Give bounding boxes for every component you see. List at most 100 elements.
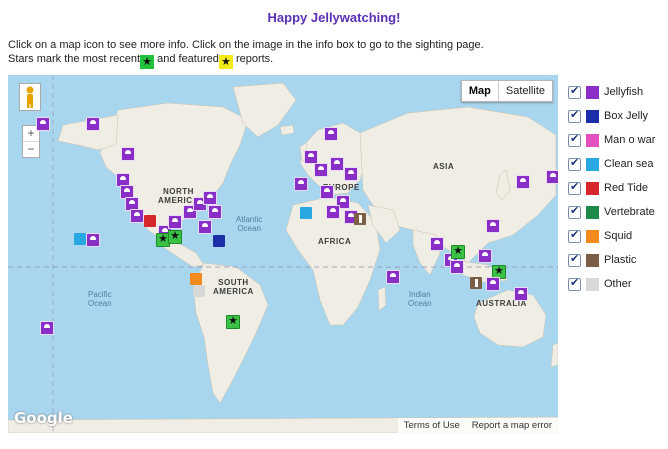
clean-sea-icon — [586, 157, 599, 171]
jellyfish-marker[interactable] — [486, 219, 500, 233]
red-tide-marker[interactable] — [144, 215, 156, 227]
vertebrate-checkbox[interactable] — [568, 204, 581, 219]
google-logo: Google — [14, 409, 73, 427]
jellyfish-marker[interactable] — [86, 117, 100, 131]
intro-line-2: Stars mark the most recent ★ and featured… — [8, 52, 484, 69]
vertebrate-icon — [586, 205, 599, 219]
jellyfish-marker[interactable] — [344, 167, 358, 181]
jellyfish-marker[interactable] — [130, 209, 144, 223]
jellyfish-marker[interactable] — [386, 270, 400, 284]
world-map[interactable]: + − Map Satellite NORTH AMERICA SOUTH AM… — [8, 75, 558, 433]
terms-of-use-link[interactable]: Terms of Use — [398, 418, 466, 433]
legend-item-box-jelly[interactable]: Box Jelly — [568, 104, 655, 128]
jellyfish-marker[interactable] — [121, 147, 135, 161]
jellyfish-marker[interactable] — [86, 233, 100, 247]
intro-line-2a: Stars mark the most recent — [8, 53, 141, 65]
man-o-war-checkbox[interactable] — [568, 132, 581, 147]
green-star-marker[interactable] — [168, 229, 182, 244]
other-icon — [586, 277, 599, 291]
legend-label: Squid — [604, 230, 633, 242]
legend-label: Vertebrate — [604, 206, 655, 218]
green-star-marker[interactable] — [226, 314, 240, 329]
jellyfish-marker[interactable] — [294, 177, 308, 191]
other-checkbox[interactable] — [568, 276, 581, 291]
legend-item-clean-sea[interactable]: Clean sea — [568, 152, 655, 176]
man-o-war-icon — [586, 133, 599, 147]
squid-icon — [586, 229, 599, 243]
label-africa: AFRICA — [318, 237, 352, 246]
jellyfish-marker[interactable] — [168, 215, 182, 229]
legend-item-squid[interactable]: Squid — [568, 224, 655, 248]
legend-label: Man o war — [604, 134, 656, 146]
jellyfish-marker[interactable] — [203, 191, 217, 205]
jellyfish-marker[interactable] — [40, 321, 54, 335]
report-map-error-link[interactable]: Report a map error — [466, 418, 558, 433]
legend-label: Clean sea — [604, 158, 654, 170]
legend-item-vertebrate[interactable]: Vertebrate — [568, 200, 655, 224]
jellyfish-marker[interactable] — [478, 249, 492, 263]
intro-line-2c: reports. — [232, 53, 274, 65]
label-indian: Indian Ocean — [408, 290, 432, 308]
label-pacific: Pacific Ocean — [88, 290, 112, 308]
label-south-america: SOUTH AMERICA — [213, 278, 254, 296]
box-jelly-checkbox[interactable] — [568, 108, 581, 123]
map-type-control: Map Satellite — [460, 80, 553, 102]
clean-sea-marker[interactable] — [74, 233, 86, 245]
legend-label: Other — [604, 278, 632, 290]
jellyfish-checkbox[interactable] — [568, 84, 581, 99]
jellyfish-marker[interactable] — [486, 277, 500, 291]
squid-checkbox[interactable] — [568, 228, 581, 243]
page-title: Happy Jellywatching! — [267, 10, 401, 25]
clean-sea-checkbox[interactable] — [568, 156, 581, 171]
intro-line-2b: and featured — [154, 53, 219, 65]
squid-marker[interactable] — [190, 273, 202, 285]
box-jelly-icon — [586, 109, 599, 123]
legend-item-red-tide[interactable]: Red Tide — [568, 176, 655, 200]
label-atlantic: Atlantic Ocean — [236, 215, 263, 233]
red-tide-checkbox[interactable] — [568, 180, 581, 195]
jellyfish-marker[interactable] — [36, 117, 50, 131]
jellyfish-marker[interactable] — [314, 163, 328, 177]
legend-item-other[interactable]: Other — [568, 272, 655, 296]
map-footer: Terms of Use Report a map error — [397, 418, 558, 433]
jellyfish-marker[interactable] — [304, 150, 318, 164]
label-asia: ASIA — [433, 162, 455, 171]
plastic-marker[interactable] — [354, 213, 366, 225]
jellyfish-marker[interactable] — [330, 157, 344, 171]
legend: Jellyfish Box Jelly Man o war Clean sea … — [568, 80, 655, 296]
jellyfish-icon — [586, 85, 599, 99]
legend-item-man-o-war[interactable]: Man o war — [568, 128, 655, 152]
plastic-marker[interactable] — [470, 277, 482, 289]
jellyfish-marker[interactable] — [546, 170, 558, 184]
jellyfish-marker[interactable] — [514, 287, 528, 301]
legend-label: Jellyfish — [604, 86, 644, 98]
jellyfish-marker[interactable] — [208, 205, 222, 219]
green-star-icon: ★ — [140, 55, 155, 69]
red-tide-icon — [586, 181, 599, 195]
box-jelly-marker[interactable] — [213, 235, 225, 247]
zoom-out-button[interactable]: − — [23, 141, 39, 157]
jellyfish-marker[interactable] — [320, 185, 334, 199]
intro-text: Click on a map icon to see more info. Cl… — [8, 38, 484, 69]
plastic-icon — [586, 253, 599, 267]
intro-line-1: Click on a map icon to see more info. Cl… — [8, 39, 484, 51]
map-type-map-button[interactable]: Map — [462, 81, 498, 101]
legend-label: Plastic — [604, 254, 637, 266]
yellow-star-icon: ★ — [218, 55, 233, 69]
green-star-marker[interactable] — [451, 244, 465, 259]
legend-label: Red Tide — [604, 182, 649, 194]
jellyfish-marker[interactable] — [198, 220, 212, 234]
jellyfish-marker[interactable] — [516, 175, 530, 189]
legend-item-jellyfish[interactable]: Jellyfish — [568, 80, 655, 104]
jellyfish-marker[interactable] — [324, 127, 338, 141]
jellyfish-marker[interactable] — [450, 260, 464, 274]
jellyfish-marker[interactable] — [326, 205, 340, 219]
legend-item-plastic[interactable]: Plastic — [568, 248, 655, 272]
plastic-checkbox[interactable] — [568, 252, 581, 267]
legend-label: Box Jelly — [604, 110, 649, 122]
other-marker[interactable] — [193, 285, 205, 297]
street-view-pegman-icon[interactable] — [19, 83, 41, 111]
clean-sea-marker[interactable] — [300, 207, 312, 219]
jellyfish-marker[interactable] — [430, 237, 444, 251]
map-type-satellite-button[interactable]: Satellite — [499, 81, 552, 101]
